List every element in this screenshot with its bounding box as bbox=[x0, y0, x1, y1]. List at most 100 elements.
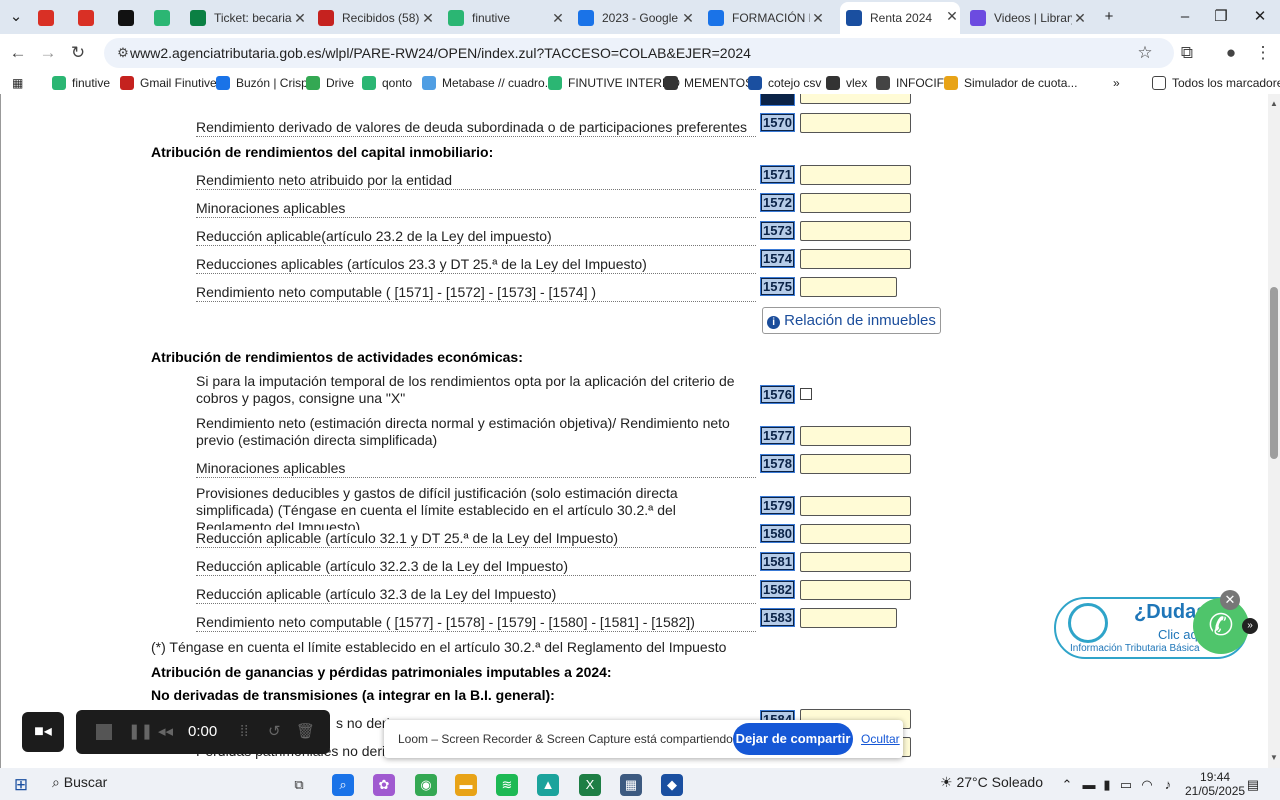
dudas-info: Información Tributaria Básica bbox=[1070, 643, 1200, 654]
site-info-icon[interactable]: ⚙ bbox=[112, 42, 134, 64]
relacion-inmuebles-button[interactable]: i Relación de inmuebles bbox=[762, 307, 941, 334]
input-1581[interactable] bbox=[800, 552, 911, 572]
input-1582[interactable] bbox=[800, 580, 911, 600]
loom-restart-icon[interactable]: ◂◂ bbox=[158, 722, 173, 742]
input-1572[interactable] bbox=[800, 193, 911, 213]
new-tab-button[interactable]: + bbox=[1097, 6, 1121, 28]
tab-close-icon[interactable]: ✕ bbox=[680, 10, 696, 26]
tab-close-icon[interactable]: ✕ bbox=[292, 10, 308, 26]
bookmark-item[interactable]: FINUTIVE INTERNO bbox=[548, 75, 680, 91]
scroll-thumb[interactable] bbox=[1270, 287, 1278, 459]
input-1570[interactable] bbox=[800, 113, 911, 133]
phone-icon[interactable]: ✆ bbox=[1193, 598, 1249, 654]
tab[interactable] bbox=[154, 4, 182, 32]
input-1578[interactable] bbox=[800, 454, 911, 474]
loom-draw-icon[interactable]: ⁞⁞ bbox=[240, 722, 248, 742]
tab[interactable] bbox=[118, 4, 146, 32]
input-1579[interactable] bbox=[800, 496, 911, 516]
minimize-button[interactable]: – bbox=[1173, 6, 1197, 28]
extensions-icon[interactable]: ⧉ bbox=[1176, 42, 1198, 64]
tab[interactable]: Recibidos (58) - ✕ bbox=[318, 4, 436, 32]
tab-close-icon[interactable]: ✕ bbox=[810, 10, 826, 26]
input-1573[interactable] bbox=[800, 221, 911, 241]
tab[interactable]: Videos | Library ✕ bbox=[970, 4, 1088, 32]
bookmark-item[interactable]: Buzón | Crisp bbox=[216, 75, 308, 91]
bookmark-item[interactable]: Simulador de cuota... bbox=[944, 75, 1077, 91]
bookmark-star-icon[interactable]: ☆ bbox=[1134, 42, 1156, 64]
apps-icon[interactable]: ▦ bbox=[12, 75, 23, 91]
profile-avatar[interactable]: ● bbox=[1220, 42, 1242, 64]
menu-icon[interactable]: ⋮ bbox=[1252, 42, 1274, 64]
wifi-icon[interactable]: ◠ bbox=[1136, 774, 1158, 796]
start-icon[interactable]: ⊞ bbox=[10, 774, 32, 796]
input-1574[interactable] bbox=[800, 249, 911, 269]
task-view-icon[interactable]: ⧉ bbox=[288, 774, 310, 796]
app-icon[interactable]: ✿ bbox=[373, 774, 395, 796]
bookmark-item[interactable]: qonto bbox=[362, 75, 412, 91]
input-1583[interactable] bbox=[800, 608, 897, 628]
battery-icon[interactable]: ▭ bbox=[1115, 774, 1137, 796]
app-green-icon[interactable]: ▲ bbox=[537, 774, 559, 796]
tab[interactable]: FORMACIÓN RE✕ bbox=[708, 4, 826, 32]
more-bookmarks-icon[interactable]: » bbox=[1113, 75, 1120, 91]
bookmark-item[interactable]: Drive bbox=[306, 75, 354, 91]
weather[interactable]: ☀ 27°C Soleado bbox=[940, 774, 1043, 791]
hide-link[interactable]: Ocultar bbox=[861, 732, 900, 746]
search-app-icon[interactable]: ⌕ bbox=[332, 774, 354, 796]
bookmark-item[interactable]: cotejo csv bbox=[748, 75, 821, 91]
forward-icon[interactable]: → bbox=[37, 42, 59, 64]
stop-sharing-button[interactable]: Dejar de compartir bbox=[733, 723, 853, 755]
restore-button[interactable]: ❐ bbox=[1209, 6, 1233, 28]
loom-undo-icon[interactable]: ↺ bbox=[268, 722, 281, 742]
loom-delete-icon[interactable]: 🗑 bbox=[296, 722, 315, 742]
bookmark-item[interactable]: vlex bbox=[826, 75, 867, 91]
input-1571[interactable] bbox=[800, 165, 911, 185]
bookmark-item[interactable]: Gmail Finutive bbox=[120, 75, 217, 91]
notifications-icon[interactable]: ▤ bbox=[1242, 774, 1264, 796]
checkbox-1576[interactable] bbox=[800, 388, 812, 400]
all-bookmarks[interactable]: Todos los marcadores bbox=[1152, 75, 1280, 91]
file-explorer-icon[interactable]: ▬ bbox=[455, 774, 477, 796]
bookmark-item[interactable]: MEMENTOS bbox=[664, 75, 753, 91]
clock[interactable]: 19:44 21/05/2025 bbox=[1185, 770, 1245, 798]
calculator-icon[interactable]: ▦ bbox=[620, 774, 642, 796]
bookmark-item[interactable]: Metabase // cuadro... bbox=[422, 75, 555, 91]
loom-stop-icon[interactable] bbox=[96, 724, 112, 740]
bookmark-item[interactable]: finutive bbox=[52, 75, 110, 91]
tab[interactable] bbox=[78, 4, 106, 32]
reload-icon[interactable]: ↻ bbox=[67, 42, 89, 64]
tab-close-icon[interactable]: ✕ bbox=[1072, 10, 1088, 26]
tab-search-icon[interactable]: ⌄ bbox=[4, 6, 28, 28]
address-bar[interactable]: www2.agenciatributaria.gob.es/wlpl/PARE-… bbox=[104, 38, 1174, 68]
spotify-icon[interactable]: ≋ bbox=[496, 774, 518, 796]
scroll-down-icon[interactable]: ▼ bbox=[1268, 752, 1280, 764]
tab-close-icon[interactable]: ✕ bbox=[944, 8, 960, 24]
app-blue-icon[interactable]: ◆ bbox=[661, 774, 683, 796]
input-1577[interactable] bbox=[800, 426, 911, 446]
bookmark-item[interactable]: INFOCIF bbox=[876, 75, 944, 91]
scroll-up-icon[interactable]: ▲ bbox=[1268, 98, 1280, 110]
tray-chevron-icon[interactable]: ⌃ bbox=[1056, 774, 1078, 796]
excel-icon[interactable]: X bbox=[579, 774, 601, 796]
tab-close-icon[interactable]: ✕ bbox=[550, 10, 566, 26]
input-1575[interactable] bbox=[800, 277, 897, 297]
input-1580[interactable] bbox=[800, 524, 911, 544]
loom-camera-icon[interactable]: ■◂ bbox=[22, 712, 64, 752]
input-partial[interactable] bbox=[800, 94, 911, 104]
clock-time: 19:44 bbox=[1200, 770, 1231, 784]
tab[interactable]: finutive ✕ bbox=[448, 4, 566, 32]
tab-close-icon[interactable]: ✕ bbox=[420, 10, 436, 26]
volume-icon[interactable]: ♪ bbox=[1157, 774, 1179, 796]
chrome-icon[interactable]: ◉ bbox=[415, 774, 437, 796]
tab[interactable] bbox=[38, 4, 66, 32]
loom-pause-icon[interactable]: ❚❚ bbox=[128, 722, 153, 742]
tab[interactable]: Ticket: becaria d✕ bbox=[190, 4, 308, 32]
dudas-close-icon[interactable]: ✕ bbox=[1220, 590, 1240, 610]
tab[interactable]: Renta 2024 ✕ bbox=[840, 2, 960, 34]
page-scrollbar[interactable]: ▲ ▼ bbox=[1268, 94, 1280, 768]
tab[interactable]: 2023 - Google D✕ bbox=[578, 4, 696, 32]
taskbar-search[interactable]: ⌕ Buscar bbox=[52, 774, 107, 791]
dudas-next-icon[interactable]: » bbox=[1242, 618, 1258, 634]
close-window-button[interactable]: ✕ bbox=[1248, 6, 1272, 28]
back-icon[interactable]: ← bbox=[7, 42, 29, 64]
